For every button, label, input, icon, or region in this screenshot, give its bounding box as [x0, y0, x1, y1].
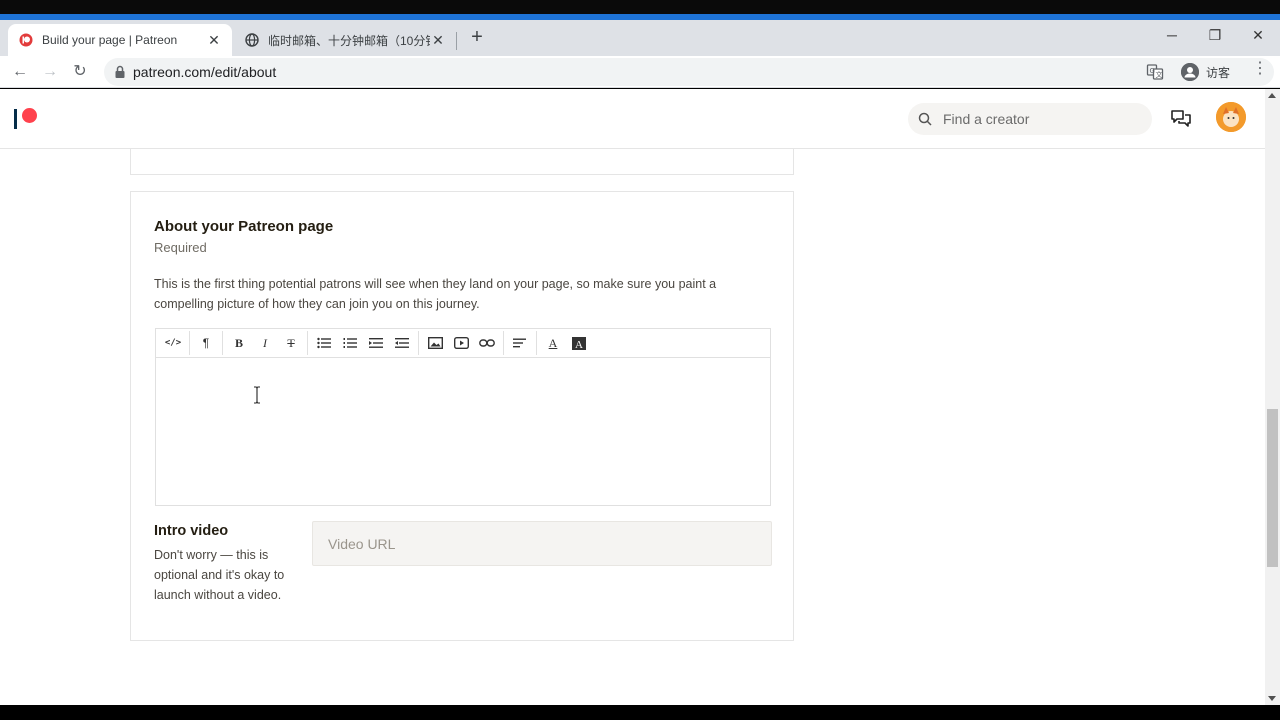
svg-text:文: 文 [1156, 70, 1163, 79]
bold-icon[interactable]: B [226, 331, 252, 355]
back-button[interactable]: ← [7, 59, 33, 85]
about-title: About your Patreon page [154, 218, 334, 235]
window-close-button[interactable]: ✕ [1238, 24, 1278, 48]
search-placeholder: Find a creator [943, 111, 1030, 127]
new-tab-button[interactable]: + [466, 27, 488, 49]
toolbar-separator [503, 331, 504, 355]
link-icon[interactable] [474, 331, 500, 355]
italic-glyph: I [263, 335, 267, 350]
image-icon[interactable] [422, 331, 448, 355]
user-avatar[interactable] [1216, 102, 1246, 132]
editor-content-area[interactable] [156, 359, 770, 505]
intro-video-description: Don't worry — this is optional and it's … [154, 548, 285, 602]
strikethrough-glyph: T [287, 335, 295, 350]
profile-avatar-icon [1180, 63, 1199, 81]
outdent-icon[interactable] [363, 331, 389, 355]
tab-close-icon[interactable]: ✕ [430, 32, 446, 49]
search-icon [918, 112, 932, 126]
scroll-up-icon[interactable] [1268, 93, 1276, 98]
creator-search[interactable]: Find a creator [908, 103, 1152, 135]
lock-icon [114, 65, 126, 79]
tab-title: Build your page | Patreon [42, 33, 178, 47]
intro-video-title: Intro video [154, 523, 229, 539]
svg-text:G: G [1150, 67, 1155, 75]
italic-icon[interactable]: I [252, 331, 278, 355]
video-url-input[interactable] [312, 521, 772, 566]
toolbar-separator [536, 331, 537, 355]
text-color-glyph: A [548, 335, 558, 350]
bold-glyph: B [234, 335, 243, 350]
toolbar-separator [222, 331, 223, 355]
logo-bar [14, 109, 17, 129]
page-scrollbar[interactable] [1265, 89, 1280, 705]
site-header: Find a creator [0, 89, 1265, 149]
profile-button[interactable]: 访客 [1180, 62, 1230, 82]
browser-toolbar: ← → ↻ patreon.com/edit/about G文 访客 ⋮ [0, 56, 1280, 88]
tab-title: 临时邮箱、十分钟邮箱（10分钟 [268, 33, 430, 48]
svg-text:A: A [575, 339, 583, 350]
toolbar-separator [418, 331, 419, 355]
strikethrough-icon[interactable]: T [278, 331, 304, 355]
paragraph-glyph: ¶ [202, 336, 210, 350]
reload-button[interactable]: ↻ [67, 59, 93, 85]
about-card: About your Patreon page Required This is… [130, 191, 794, 641]
url-text: patreon.com/edit/about [133, 64, 277, 80]
previous-card [130, 149, 794, 175]
bulleted-list-icon[interactable] [311, 331, 337, 355]
page-viewport: Find a creator About your Patreon page R… [0, 89, 1280, 705]
tab-temp-mail[interactable]: 临时邮箱、十分钟邮箱（10分钟 ✕ [234, 24, 456, 56]
tab-separator [456, 32, 457, 50]
minimize-button[interactable]: ─ [1152, 24, 1192, 48]
restore-button[interactable]: ❐ [1195, 24, 1235, 48]
translate-icon[interactable]: G文 [1146, 63, 1164, 81]
forward-button[interactable]: → [37, 59, 63, 85]
screen-bottom-bar [0, 705, 1280, 720]
browser-menu-icon[interactable]: ⋮ [1250, 60, 1270, 80]
code-view-glyph: </> [164, 338, 182, 348]
tab-close-icon[interactable]: ✕ [206, 32, 222, 49]
scrollbar-thumb[interactable] [1267, 409, 1278, 567]
patreon-logo[interactable] [14, 107, 40, 131]
rich-text-editor[interactable]: </> ¶ B I T A A [155, 328, 771, 506]
toolbar-separator [189, 331, 190, 355]
required-label: Required [154, 240, 207, 255]
paragraph-icon[interactable]: ¶ [193, 331, 219, 355]
align-icon[interactable] [507, 331, 533, 355]
highlight-icon[interactable]: A [566, 331, 592, 355]
profile-label: 访客 [1205, 65, 1230, 80]
toolbar-separator [307, 331, 308, 355]
indent-icon[interactable] [389, 331, 415, 355]
text-cursor-icon [253, 386, 261, 404]
logo-dot [22, 108, 37, 123]
text-color-icon[interactable]: A [540, 331, 566, 355]
screen-top-bar [0, 0, 1280, 14]
scroll-down-icon[interactable] [1268, 696, 1276, 701]
code-view-icon[interactable]: </> [160, 331, 186, 355]
globe-icon [244, 32, 260, 48]
browser-tabstrip: Build your page | Patreon ✕ 临时邮箱、十分钟邮箱（1… [0, 20, 1280, 56]
about-description: This is the first thing potential patron… [154, 277, 717, 311]
messages-icon[interactable] [1170, 108, 1192, 130]
editor-toolbar: </> ¶ B I T A A [156, 329, 770, 358]
numbered-list-icon[interactable] [337, 331, 363, 355]
video-icon[interactable] [448, 331, 474, 355]
address-bar[interactable]: patreon.com/edit/about G文 访客 [104, 58, 1274, 86]
patreon-favicon-icon [18, 32, 34, 48]
tab-patreon[interactable]: Build your page | Patreon ✕ [8, 24, 232, 56]
